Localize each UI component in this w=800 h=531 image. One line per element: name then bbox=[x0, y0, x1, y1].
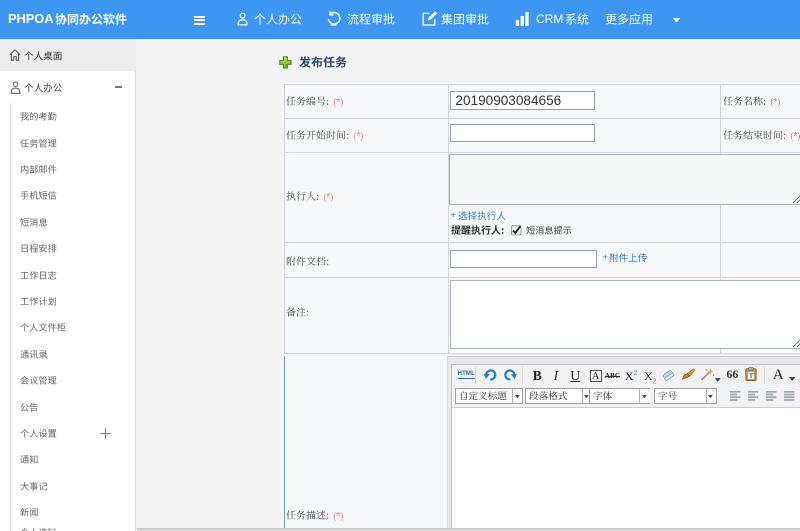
svg-text:T: T bbox=[748, 372, 753, 380]
